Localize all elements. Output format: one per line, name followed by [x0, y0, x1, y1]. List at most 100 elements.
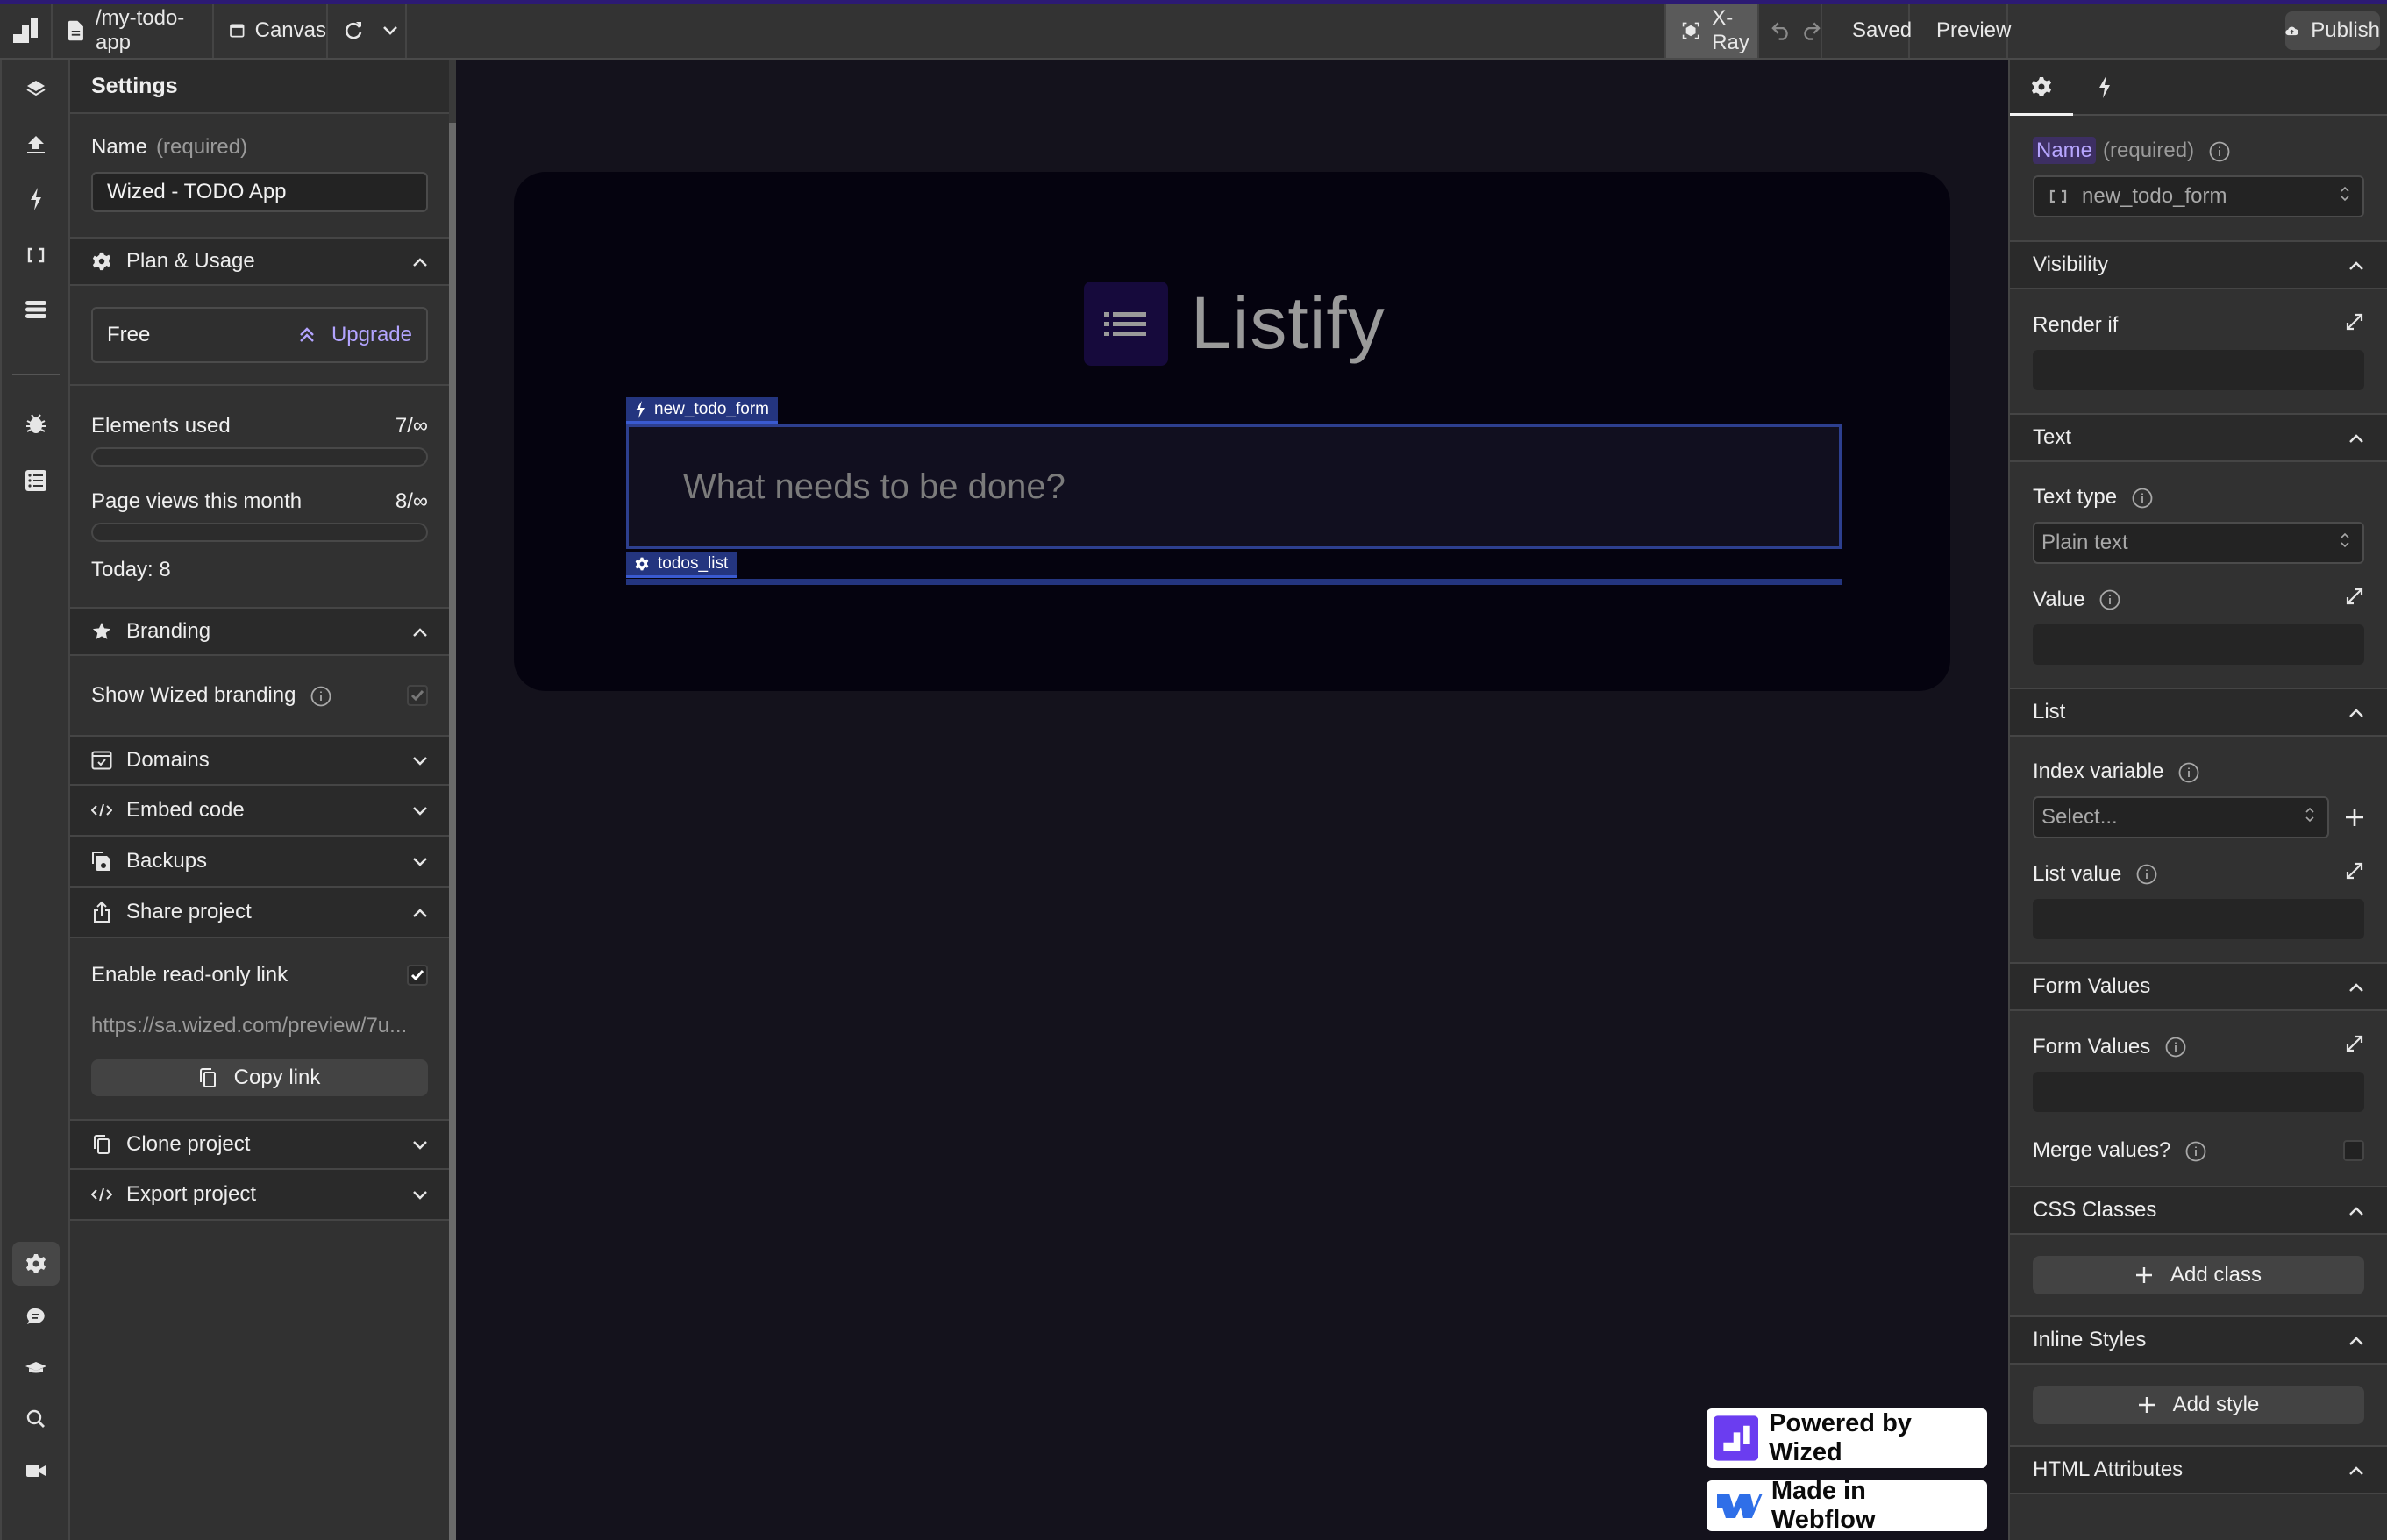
share-icon: [91, 901, 112, 923]
merge-values-checkbox[interactable]: [2343, 1140, 2364, 1161]
copy-link-button[interactable]: Copy link: [91, 1059, 428, 1096]
html-attributes-header[interactable]: HTML Attributes: [2010, 1445, 2387, 1494]
embed-code-header[interactable]: Embed code: [70, 786, 449, 837]
list-header[interactable]: List: [2010, 688, 2387, 737]
info-icon[interactable]: [2099, 589, 2120, 610]
info-icon[interactable]: [2178, 762, 2199, 783]
visibility-header[interactable]: Visibility: [2010, 240, 2387, 289]
canvas-button[interactable]: Canvas: [214, 4, 328, 58]
layers-icon[interactable]: [12, 67, 60, 111]
preview-button[interactable]: Preview: [1910, 4, 2011, 58]
info-icon[interactable]: [2136, 864, 2157, 885]
info-icon[interactable]: [2209, 141, 2230, 162]
text-type-select[interactable]: Plain text: [2033, 522, 2364, 564]
todos-list[interactable]: [626, 579, 1842, 585]
info-icon[interactable]: [2132, 488, 2153, 509]
publish-button[interactable]: Publish: [2285, 11, 2380, 50]
show-branding-row: Show Wized branding: [70, 656, 449, 735]
index-variable-select[interactable]: Select...: [2033, 796, 2329, 838]
upgrade-link[interactable]: Upgrade: [298, 323, 412, 347]
page-selector[interactable]: /my-todo-app: [53, 4, 214, 58]
enable-link-row: Enable read-only link: [91, 963, 428, 987]
bolt-icon[interactable]: [12, 177, 60, 221]
tab-settings[interactable]: [2010, 60, 2073, 116]
made-in-webflow-badge[interactable]: Made in Webflow: [1707, 1477, 1987, 1534]
chat-icon[interactable]: [12, 1294, 60, 1338]
share-project-header[interactable]: Share project: [70, 888, 449, 938]
element-name-select[interactable]: new_todo_form: [2033, 175, 2364, 217]
list-value-input[interactable]: [2033, 899, 2364, 939]
bug-icon[interactable]: [12, 402, 60, 446]
name-label: Name: [91, 135, 148, 159]
list-icon[interactable]: [12, 459, 60, 503]
data-icon[interactable]: [12, 288, 60, 332]
star-icon: [91, 621, 112, 642]
elements-progress-bar: [91, 447, 428, 467]
undo-icon[interactable]: [1771, 21, 1792, 40]
info-icon[interactable]: [2165, 1037, 2186, 1058]
expand-icon[interactable]: [2345, 1034, 2364, 1059]
chevron-down-icon: [412, 798, 428, 823]
render-if-input[interactable]: [2033, 350, 2364, 390]
list-value-label: List value: [2033, 861, 2122, 886]
share-link-url[interactable]: https://sa.wized.com/preview/7u...: [91, 1014, 428, 1038]
text-type-label: Text type: [2033, 485, 2118, 509]
expand-icon[interactable]: [2345, 861, 2364, 887]
index-variable-label: Index variable: [2033, 759, 2164, 783]
list-xray-tag[interactable]: todos_list: [626, 552, 737, 578]
show-branding-checkbox[interactable]: [407, 685, 428, 706]
branding-header[interactable]: Branding: [70, 607, 449, 656]
info-icon[interactable]: [2185, 1141, 2206, 1162]
webflow-badge-label: Made in Webflow: [1771, 1477, 1876, 1534]
expand-icon[interactable]: [2345, 587, 2364, 612]
plan-box: Free Upgrade: [91, 307, 428, 363]
inline-styles-header[interactable]: Inline Styles: [2010, 1315, 2387, 1365]
form-xray-tag[interactable]: new_todo_form: [626, 397, 778, 424]
inline-styles-title: Inline Styles: [2033, 1328, 2147, 1351]
brackets-icon[interactable]: [12, 233, 60, 277]
settings-icon[interactable]: [12, 1242, 60, 1286]
window-icon: [230, 24, 245, 38]
index-variable-controls: Select...: [2033, 796, 2364, 838]
new-todo-input[interactable]: What needs to be done?: [626, 424, 1842, 549]
refresh-icon[interactable]: [344, 20, 363, 41]
add-variable-icon[interactable]: [2345, 808, 2364, 827]
graduation-cap-icon[interactable]: [12, 1345, 60, 1389]
add-style-button[interactable]: Add style: [2033, 1386, 2364, 1424]
form-values-input[interactable]: [2033, 1072, 2364, 1112]
text-header[interactable]: Text: [2010, 413, 2387, 462]
xray-icon: [1682, 22, 1699, 39]
show-branding-label-wrap: Show Wized branding: [91, 683, 331, 708]
form-values-header[interactable]: Form Values: [2010, 962, 2387, 1011]
settings-scrollbar[interactable]: [449, 123, 456, 1540]
refresh-menu[interactable]: [328, 4, 407, 58]
powered-by-wized-badge[interactable]: Powered by Wized: [1707, 1408, 1987, 1468]
search-icon[interactable]: [12, 1397, 60, 1441]
upload-icon[interactable]: [12, 123, 60, 167]
enable-link-checkbox[interactable]: [407, 965, 428, 986]
chevron-down-icon[interactable]: [382, 25, 398, 36]
video-icon[interactable]: [12, 1449, 60, 1493]
add-class-button[interactable]: Add class: [2033, 1256, 2364, 1294]
pageviews-progress-bar: [91, 523, 428, 542]
expand-icon[interactable]: [2345, 312, 2364, 338]
webflow-logo-icon: [1717, 1494, 1763, 1518]
redo-icon[interactable]: [1800, 21, 1821, 40]
value-input[interactable]: [2033, 624, 2364, 665]
wized-logo[interactable]: [0, 4, 53, 58]
usage-section: Elements used 7/∞ Page views this month …: [70, 384, 449, 607]
backups-header[interactable]: Backups: [70, 837, 449, 888]
export-project-header[interactable]: Export project: [70, 1170, 449, 1221]
domains-header[interactable]: Domains: [70, 735, 449, 786]
form-values-row: Form Values: [2033, 1034, 2364, 1059]
plan-usage-header[interactable]: Plan & Usage: [70, 237, 449, 286]
double-chevron-up-icon: [300, 327, 314, 342]
clone-project-header[interactable]: Clone project: [70, 1119, 449, 1170]
tab-actions[interactable]: [2073, 60, 2136, 114]
css-classes-header[interactable]: CSS Classes: [2010, 1186, 2387, 1235]
info-icon[interactable]: [310, 686, 331, 707]
panel-title: Settings: [70, 60, 449, 114]
project-name-input[interactable]: Wized - TODO App: [91, 172, 428, 212]
scrollbar-track: [449, 60, 456, 123]
xray-button[interactable]: X-Ray: [1664, 4, 1759, 58]
